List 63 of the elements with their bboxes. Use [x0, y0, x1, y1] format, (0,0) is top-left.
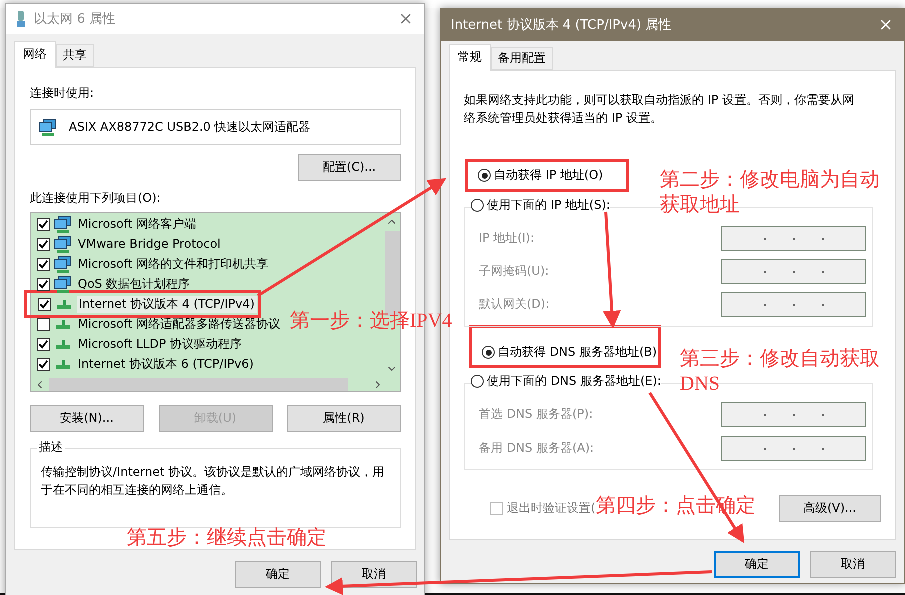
tab[interactable]: 共享: [56, 44, 94, 67]
radio-option[interactable]: 自动获得 IP 地址(O): [478, 168, 604, 183]
checkbox[interactable]: [37, 218, 50, 230]
action-button[interactable]: 安装(N)...: [30, 405, 144, 432]
list-item[interactable]: Internet 协议版本 4 (TCP/IPv4): [77, 296, 257, 312]
network-computer-icon: [54, 256, 72, 272]
ip-address-field[interactable]: [721, 259, 866, 284]
field-label: 首选 DNS 服务器(P):: [479, 407, 594, 422]
field-label: 子网掩码(U):: [479, 264, 550, 279]
section-label: 此连接使用下列项目(O):: [30, 191, 162, 206]
list-item[interactable]: Microsoft 网络适配器多路传送器协议: [76, 316, 282, 332]
list-item[interactable]: VMware Bridge Protocol: [76, 236, 223, 252]
section-label: 连接时使用:: [30, 86, 96, 101]
network-adapter-icon: [39, 118, 57, 136]
protocol-icon: [56, 360, 70, 368]
intro-text: 如果网络支持此功能，则可以获取自动指派的 IP 设置。否则，你需要从网络系统管理员处获得适当的 IP 设置。: [464, 92, 856, 127]
list-item[interactable]: QoS 数据包计划程序: [76, 276, 192, 292]
tab[interactable]: 备用配置: [491, 47, 553, 70]
adapter-field: ASIX AX88772C USB2.0 快速以太网适配器: [30, 109, 401, 145]
window-title: Internet 协议版本 4 (TCP/IPv4) 属性: [451, 18, 673, 32]
checkbox[interactable]: [37, 358, 50, 370]
radio-option[interactable]: 使用下面的 DNS 服务器地址(E):: [471, 374, 662, 389]
list-item[interactable]: Microsoft 网络客户端: [76, 216, 198, 232]
list-item[interactable]: Microsoft LLDP 协议驱动程序: [76, 336, 244, 352]
adapter-plug-icon: [16, 10, 26, 28]
dialog-button[interactable]: 确定: [235, 561, 321, 588]
radio-option[interactable]: 自动获得 DNS 服务器地址(B): [482, 345, 658, 360]
annotation-text: 第五步：继续点击确定: [127, 526, 327, 551]
window-title: 以太网 6 属性: [34, 12, 117, 26]
checkbox[interactable]: [37, 238, 50, 250]
protocol-icon: [56, 340, 70, 348]
network-computer-icon: [54, 276, 72, 292]
tab[interactable]: 常规: [449, 44, 491, 71]
radio-option[interactable]: 使用下面的 IP 地址(S):: [471, 198, 610, 213]
ip-address-field[interactable]: [721, 436, 866, 461]
group-title: 描述: [37, 440, 65, 455]
ip-address-field[interactable]: [721, 402, 866, 427]
annotation-text: 第三步：修改自动获取DNS: [680, 347, 881, 397]
network-computer-icon: [54, 216, 72, 232]
ip-address-field[interactable]: [721, 292, 866, 317]
ip-address-field[interactable]: [721, 226, 866, 251]
checkbox[interactable]: [37, 338, 50, 350]
checkbox[interactable]: [37, 278, 50, 290]
tab[interactable]: 网络: [14, 41, 56, 68]
field-label: 默认网关(D):: [479, 297, 550, 312]
dialog-button[interactable]: 取消: [810, 551, 896, 578]
field-label: IP 地址(I):: [479, 231, 535, 246]
field-label: 备用 DNS 服务器(A):: [479, 441, 594, 456]
configure-button[interactable]: 配置(C)...: [298, 154, 401, 181]
network-computer-icon: [54, 236, 72, 252]
list-item[interactable]: Internet 协议版本 6 (TCP/IPv6): [76, 356, 256, 372]
dialog-button[interactable]: 确定: [714, 551, 800, 578]
checkbox[interactable]: [37, 258, 50, 270]
checkbox-option[interactable]: 退出时验证设置(: [490, 501, 596, 516]
protocol-icon: [57, 300, 71, 308]
description-text: 传输控制协议/Internet 协议。该协议是默认的广域网络协议，用于在不同的相互连接的网络上通信。: [41, 464, 386, 499]
checkbox[interactable]: [38, 298, 51, 310]
list-item[interactable]: Microsoft 网络的文件和打印机共享: [76, 256, 270, 272]
advanced-button[interactable]: 高级(V)...: [779, 495, 881, 522]
protocol-icon: [56, 320, 70, 328]
annotation-text: 第二步：修改电脑为自动获取地址: [660, 168, 881, 218]
checkbox[interactable]: [37, 318, 50, 330]
action-button[interactable]: 属性(R): [287, 405, 401, 432]
